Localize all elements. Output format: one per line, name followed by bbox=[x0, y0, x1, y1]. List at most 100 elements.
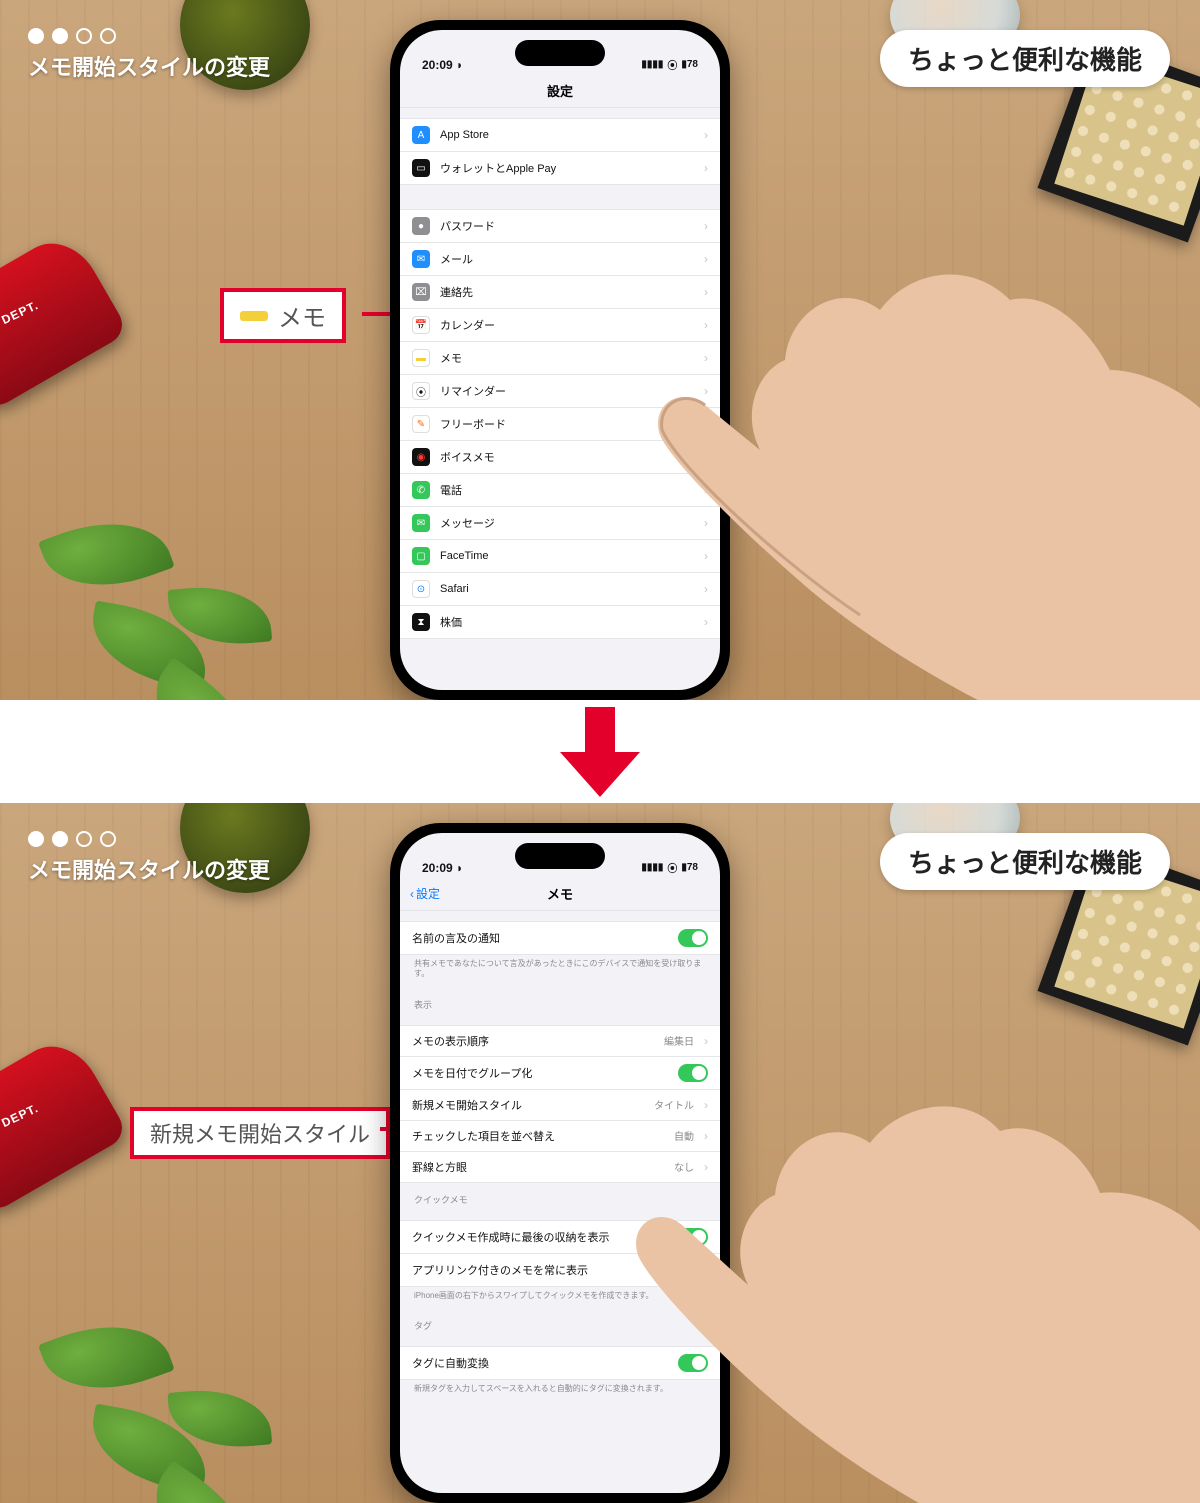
section-footer: 新規タグを入力してスペースを入れると自動的にタグに変換されます。 bbox=[400, 1380, 720, 1402]
row-label: ウォレットとApple Pay bbox=[440, 160, 694, 176]
prop-leaves bbox=[30, 1303, 310, 1503]
settings-row[interactable]: ▬メモ› bbox=[400, 341, 720, 374]
panel-top: メモ開始スタイルの変更 ちょっと便利な機能 メモ 20:09 ◗ ▮▮▮▮ ⦿ … bbox=[0, 0, 1200, 700]
chevron-right-icon: › bbox=[704, 516, 708, 530]
app-icon: 📅 bbox=[412, 316, 430, 334]
row-label: 電話 bbox=[440, 482, 694, 498]
app-icon: ⦿ bbox=[412, 382, 430, 400]
overlay-subtitle: メモ開始スタイルの変更 bbox=[28, 853, 270, 885]
settings-list[interactable]: AApp Store›▭ウォレットとApple Pay›●パスワード›✉メール›… bbox=[400, 118, 720, 639]
settings-row[interactable]: チェックした項目を並べ替え自動› bbox=[400, 1120, 720, 1151]
notes-icon bbox=[240, 311, 268, 321]
status-time: 20:09 ◗ bbox=[422, 861, 463, 875]
chevron-right-icon: › bbox=[704, 1129, 708, 1143]
row-label: 罫線と方眼 bbox=[412, 1159, 664, 1175]
settings-row[interactable]: クイックメモ作成時に最後の収納を表示 bbox=[400, 1221, 720, 1253]
wifi-icon: ⦿ bbox=[667, 57, 677, 72]
toggle-switch[interactable] bbox=[678, 1354, 708, 1372]
panel-bottom: メモ開始スタイルの変更 ちょっと便利な機能 新規メモ開始スタイル 20:09 ◗… bbox=[0, 803, 1200, 1503]
app-icon: ▭ bbox=[412, 159, 430, 177]
toggle-switch[interactable] bbox=[678, 929, 708, 947]
settings-row[interactable]: ▭ウォレットとApple Pay› bbox=[400, 151, 720, 184]
row-value: タイトル bbox=[654, 1097, 694, 1112]
row-label: 新規メモ開始スタイル bbox=[412, 1097, 644, 1113]
toggle-switch[interactable] bbox=[678, 1261, 708, 1279]
phone-screen: 20:09 ◗ ▮▮▮▮ ⦿ ▮78 設定 AApp Store›▭ウォレットと… bbox=[400, 30, 720, 690]
app-icon: A bbox=[412, 126, 430, 144]
app-icon: ✆ bbox=[412, 481, 430, 499]
settings-row[interactable]: 罫線と方眼なし› bbox=[400, 1151, 720, 1182]
section-header: タグ bbox=[400, 1309, 720, 1336]
down-arrow-divider bbox=[0, 700, 1200, 803]
settings-row[interactable]: メモを日付でグループ化 bbox=[400, 1056, 720, 1089]
nav-bar: ‹ 設定 メモ bbox=[400, 877, 720, 911]
chevron-right-icon: › bbox=[704, 285, 708, 299]
section-footer: 共有メモであなたについて言及があったときにこのデバイスで通知を受け取ります。 bbox=[400, 955, 720, 988]
chevron-right-icon: › bbox=[704, 549, 708, 563]
settings-row[interactable]: 新規メモ開始スタイルタイトル› bbox=[400, 1089, 720, 1120]
iphone-device: 20:09 ◗ ▮▮▮▮ ⦿ ▮78 設定 AApp Store›▭ウォレットと… bbox=[390, 20, 730, 700]
settings-row[interactable]: ⌧連絡先› bbox=[400, 275, 720, 308]
settings-row[interactable]: ⧗株価› bbox=[400, 605, 720, 638]
iphone-device: 20:09 ◗ ▮▮▮▮ ⦿ ▮78 ‹ 設定 メモ 名前の言及の通知共有メモで… bbox=[390, 823, 730, 1503]
overlay-badge: ちょっと便利な機能 bbox=[880, 833, 1170, 890]
signal-icon: ▮▮▮▮ bbox=[641, 862, 663, 873]
row-label: タグに自動変換 bbox=[412, 1355, 668, 1371]
toggle-switch[interactable] bbox=[678, 1064, 708, 1082]
dynamic-island bbox=[515, 40, 605, 66]
app-icon: ▢ bbox=[412, 547, 430, 565]
settings-row[interactable]: メモの表示順序編集日› bbox=[400, 1026, 720, 1056]
settings-row[interactable]: ✉メール› bbox=[400, 242, 720, 275]
row-label: メッセージ bbox=[440, 515, 694, 531]
row-label: ボイスメモ bbox=[440, 449, 694, 465]
chevron-right-icon: › bbox=[704, 582, 708, 596]
app-icon: ● bbox=[412, 217, 430, 235]
row-label: 株価 bbox=[440, 614, 694, 630]
settings-row[interactable]: ⦿リマインダー› bbox=[400, 374, 720, 407]
row-label: リマインダー bbox=[440, 383, 694, 399]
settings-row[interactable]: ●パスワード› bbox=[400, 210, 720, 242]
row-label: パスワード bbox=[440, 218, 694, 234]
app-icon: ◉ bbox=[412, 448, 430, 466]
back-button[interactable]: ‹ 設定 bbox=[410, 885, 440, 902]
dynamic-island bbox=[515, 843, 605, 869]
settings-row[interactable]: ◉ボイスメモ› bbox=[400, 440, 720, 473]
settings-row[interactable]: ▢FaceTime› bbox=[400, 539, 720, 572]
row-value: 編集日 bbox=[664, 1033, 694, 1048]
row-label: カレンダー bbox=[440, 317, 694, 333]
settings-row[interactable]: アプリリンク付きのメモを常に表示 bbox=[400, 1253, 720, 1286]
app-icon: ✉ bbox=[412, 514, 430, 532]
section-header: 表示 bbox=[400, 988, 720, 1015]
row-label: クイックメモ作成時に最後の収納を表示 bbox=[412, 1229, 668, 1245]
settings-row[interactable]: ✉ メッセージ › bbox=[400, 506, 720, 539]
memo-settings-list[interactable]: 名前の言及の通知共有メモであなたについて言及があったときにこのデバイスで通知を受… bbox=[400, 921, 720, 1403]
app-icon: ⧗ bbox=[412, 613, 430, 631]
prop-toy-firetruck bbox=[0, 228, 129, 412]
settings-row[interactable]: 名前の言及の通知 bbox=[400, 922, 720, 954]
callout-label: メモ bbox=[278, 298, 326, 333]
callout-start-style: 新規メモ開始スタイル bbox=[130, 1107, 390, 1159]
row-label: 名前の言及の通知 bbox=[412, 930, 668, 946]
app-icon: ✉ bbox=[412, 250, 430, 268]
settings-row[interactable]: ✎フリーボード› bbox=[400, 407, 720, 440]
chevron-right-icon: › bbox=[704, 318, 708, 332]
row-label: フリーボード bbox=[440, 416, 694, 432]
toggle-switch[interactable] bbox=[678, 1228, 708, 1246]
row-label: メモ bbox=[440, 350, 694, 366]
settings-row[interactable]: ✆ 電話 › bbox=[400, 473, 720, 506]
settings-row[interactable]: タグに自動変換 bbox=[400, 1347, 720, 1379]
row-label: App Store bbox=[440, 129, 694, 141]
app-icon: ⊙ bbox=[412, 580, 430, 598]
phone-screen: 20:09 ◗ ▮▮▮▮ ⦿ ▮78 ‹ 設定 メモ 名前の言及の通知共有メモで… bbox=[400, 833, 720, 1493]
section-footer: iPhone画面の右下からスワイプしてクイックメモを作成できます。 bbox=[400, 1287, 720, 1309]
prop-toy-firetruck bbox=[0, 1031, 129, 1215]
chevron-right-icon: › bbox=[704, 252, 708, 266]
settings-row[interactable]: AApp Store› bbox=[400, 119, 720, 151]
row-label: 連絡先 bbox=[440, 284, 694, 300]
settings-row[interactable]: ⊙Safari› bbox=[400, 572, 720, 605]
app-icon: ▬ bbox=[412, 349, 430, 367]
settings-row[interactable]: 📅 カレンダー › bbox=[400, 308, 720, 341]
row-value: なし bbox=[674, 1159, 694, 1174]
chevron-right-icon: › bbox=[704, 483, 708, 497]
nav-bar: 設定 bbox=[400, 74, 720, 108]
